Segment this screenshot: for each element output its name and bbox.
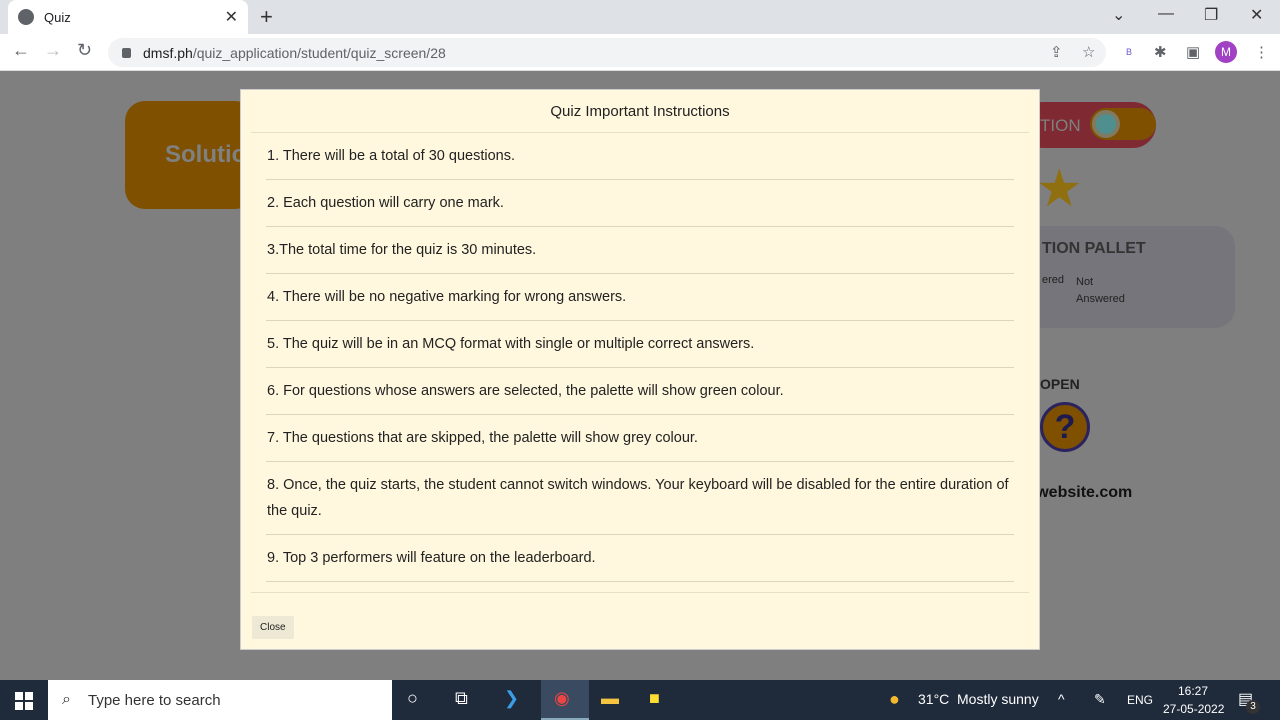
url-path: /quiz_application/student/quiz_screen/28 <box>192 44 446 61</box>
star-icon: ★ <box>1036 160 1083 218</box>
taskbar: ⌕ Type here to search ○ ⧉ ❯ ◉ ▬ ■ ● 31°C… <box>0 680 1280 720</box>
instructions-list: 1. There will be a total of 30 questions… <box>241 133 1039 582</box>
tab-search-icon[interactable]: ⌄ <box>1112 5 1125 25</box>
open-quiz-logo: OPEN ? <box>1040 376 1090 452</box>
clock-date[interactable]: 27-05-2022 <box>1163 702 1224 716</box>
question-mark-icon: ? <box>1040 402 1090 452</box>
avatar[interactable]: M <box>1215 41 1237 63</box>
browser-toolbar: ← → ↻ dmsf.ph/quiz_application/student/q… <box>0 34 1280 71</box>
legend-answered: ered <box>1042 274 1065 286</box>
task-view-icon[interactable]: ⧉ <box>455 688 468 709</box>
close-tab-icon[interactable]: ✕ <box>225 7 238 27</box>
weather-icon[interactable]: ● <box>889 689 900 710</box>
tab-title: Quiz <box>44 9 71 25</box>
cortana-icon[interactable]: ○ <box>407 688 418 709</box>
timer-badge: TION <box>1020 102 1156 148</box>
url-domain: dmsf.ph <box>143 44 193 61</box>
close-button[interactable]: Close <box>252 616 294 639</box>
extension-icon[interactable]: B <box>1126 47 1132 57</box>
instruction-item: 2. Each question will carry one mark. <box>266 180 1014 227</box>
legend-not-answered: Not Answered <box>1076 276 1125 305</box>
forward-icon[interactable]: → <box>44 40 62 61</box>
tab-quiz[interactable]: Quiz ✕ <box>8 0 248 34</box>
pen-icon[interactable]: ✎ <box>1094 691 1106 708</box>
vscode-app[interactable]: ❯ <box>492 680 540 720</box>
tab-bar: Quiz ✕ + ⌄ — ❐ ✕ <box>0 0 1280 34</box>
instruction-item: 4. There will be no negative marking for… <box>266 274 1014 321</box>
chrome-app[interactable]: ◉ <box>541 680 589 720</box>
instruction-item: 5. The quiz will be in an MCQ format wit… <box>266 321 1014 368</box>
language-indicator[interactable]: ENG <box>1127 693 1153 707</box>
pallet-title: TION PALLET <box>1042 240 1146 257</box>
chevron-up-icon[interactable]: ^ <box>1058 691 1065 707</box>
weather-temp[interactable]: 31°C <box>918 691 949 707</box>
timer-label: TION <box>1040 116 1081 135</box>
modal-title: Quiz Important Instructions <box>251 90 1029 133</box>
address-bar[interactable]: dmsf.ph/quiz_application/student/quiz_sc… <box>108 38 1106 67</box>
clock-time[interactable]: 16:27 <box>1178 684 1208 698</box>
restore-button[interactable]: ❐ <box>1204 5 1218 25</box>
instruction-item: 1. There will be a total of 30 questions… <box>266 133 1014 180</box>
globe-icon <box>18 9 34 25</box>
clock-icon <box>1092 110 1120 138</box>
back-icon[interactable]: ← <box>12 40 30 61</box>
minimize-button[interactable]: — <box>1158 5 1174 23</box>
instruction-item: 8. Once, the quiz starts, the student ca… <box>266 462 1014 535</box>
windows-start-icon[interactable] <box>15 692 33 710</box>
menu-icon[interactable]: ⋮ <box>1254 43 1269 61</box>
sticky-notes-app[interactable]: ■ <box>637 680 685 720</box>
puzzle-icon[interactable]: ✱ <box>1154 43 1167 61</box>
instructions-modal: Quiz Important Instructions 1. There wil… <box>240 89 1040 650</box>
instruction-item: 9. Top 3 performers will feature on the … <box>266 535 1014 582</box>
website-text: rwebsite.com <box>1030 484 1133 501</box>
new-tab-button[interactable]: + <box>260 4 273 30</box>
side-panel-icon[interactable]: ▣ <box>1186 43 1200 61</box>
instruction-item: 3.The total time for the quiz is 30 minu… <box>266 227 1014 274</box>
question-pallet: TION PALLET ered Not Answered <box>1010 226 1235 328</box>
instruction-item: 6. For questions whose answers are selec… <box>266 368 1014 415</box>
instruction-item: 7. The questions that are skipped, the p… <box>266 415 1014 462</box>
reload-icon[interactable]: ↻ <box>77 40 92 61</box>
solution-button[interactable]: Solutio <box>125 101 255 209</box>
share-icon[interactable]: ⇪ <box>1050 43 1063 61</box>
logo-text: OPEN <box>1040 376 1080 392</box>
taskbar-search[interactable]: ⌕ Type here to search <box>48 680 392 720</box>
close-window-button[interactable]: ✕ <box>1250 5 1263 25</box>
bookmark-star-icon[interactable]: ☆ <box>1082 43 1095 61</box>
file-explorer-app[interactable]: ▬ <box>589 680 637 720</box>
modal-footer-divider <box>251 592 1029 593</box>
weather-desc[interactable]: Mostly sunny <box>957 691 1039 707</box>
search-placeholder: Type here to search <box>88 691 221 709</box>
notification-count: 3 <box>1246 700 1260 714</box>
lock-icon <box>122 47 131 58</box>
search-icon: ⌕ <box>62 691 71 708</box>
